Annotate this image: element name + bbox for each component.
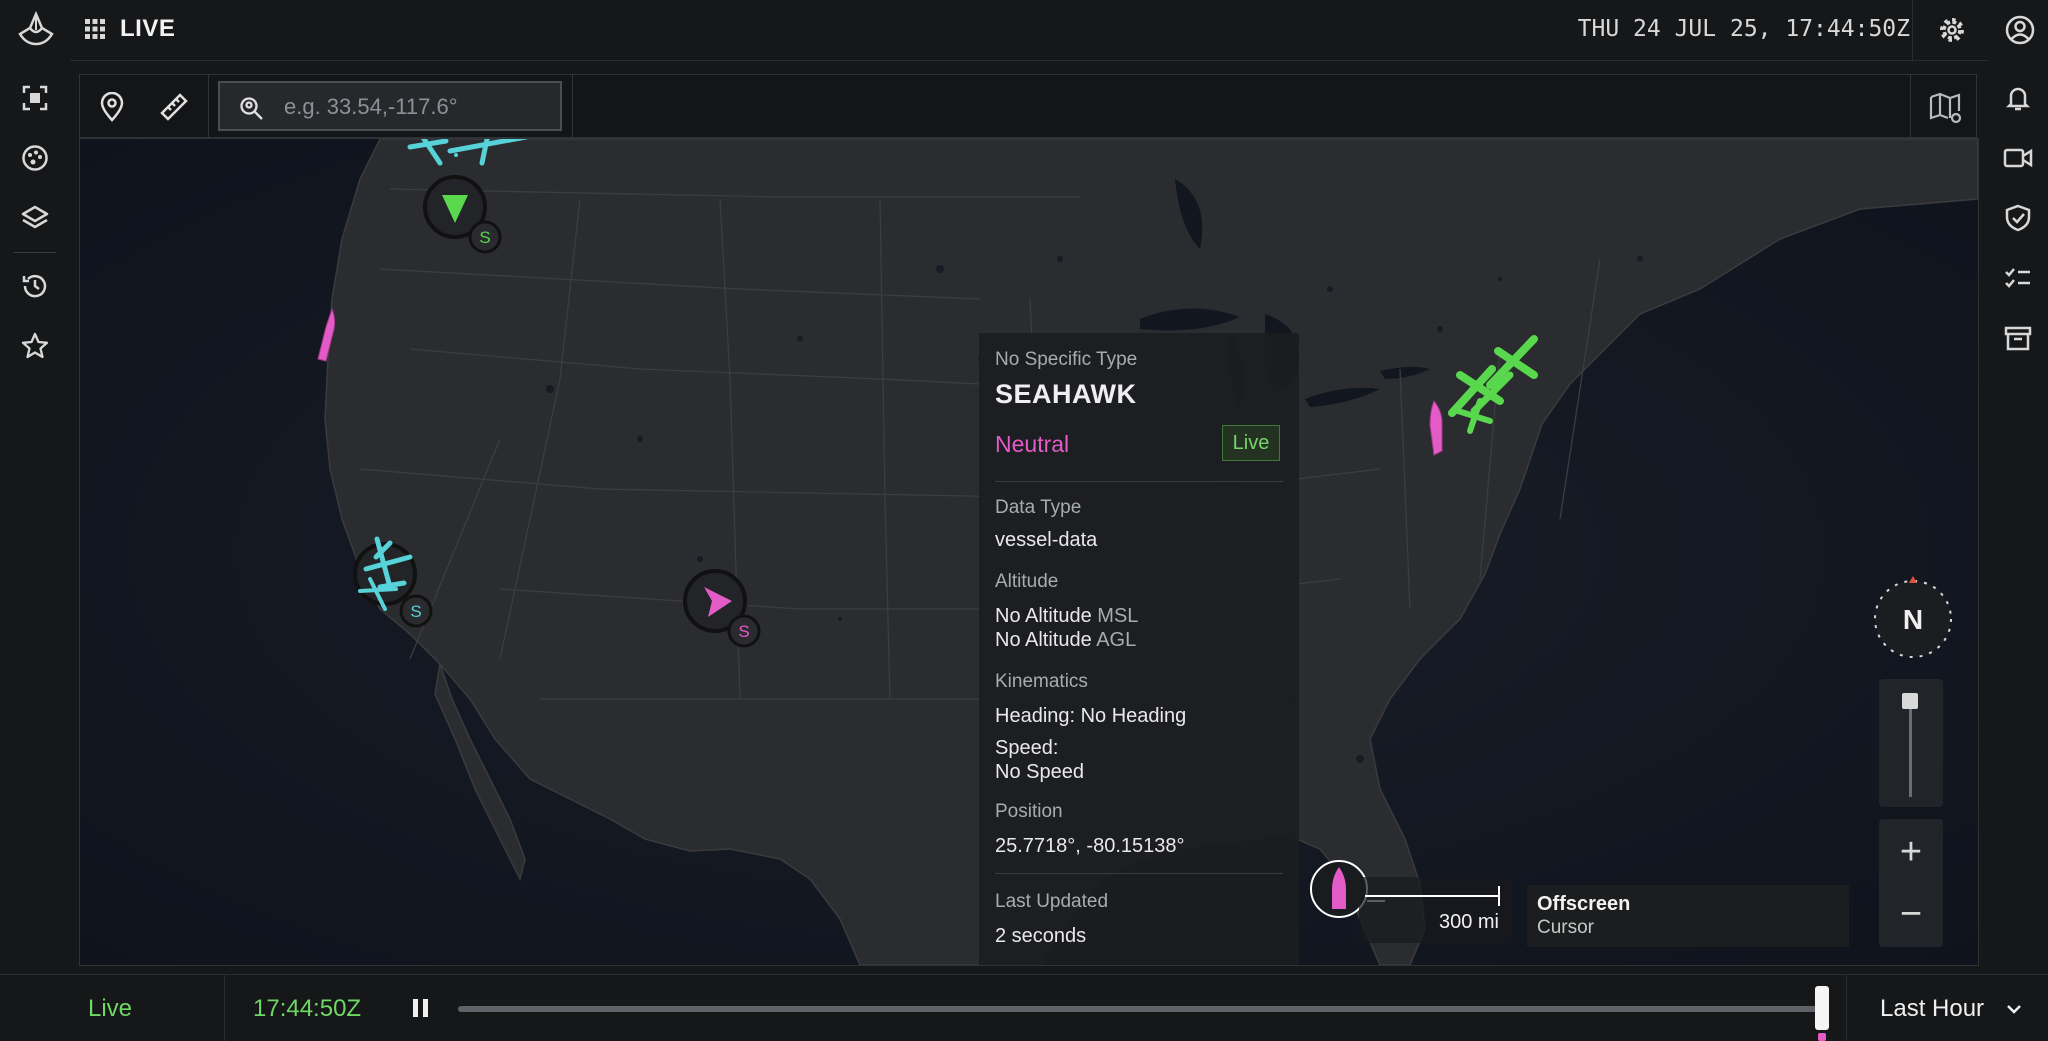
pause-icon[interactable] [408, 995, 434, 1021]
kinematics-label: Kinematics [995, 671, 1088, 692]
archive-icon[interactable] [2000, 320, 2036, 356]
toolbar-divider [572, 75, 573, 137]
position-label: Position [995, 801, 1063, 822]
scale-bar: 300 mi [1359, 877, 1511, 943]
altitude-agl: No Altitude AGL [995, 629, 1136, 652]
speed-value: No Speed [995, 761, 1084, 783]
focus-icon[interactable] [17, 80, 53, 116]
cluster-badge-label: S [479, 228, 490, 247]
timeline-thumb[interactable] [1815, 986, 1829, 1030]
app-title: LIVE [120, 15, 176, 42]
toolbar-divider [1910, 75, 1911, 137]
track-name: SEAHAWK [995, 379, 1137, 409]
leftbar-divider [14, 252, 56, 253]
map-view[interactable]: S S S No Specific Type SEAHAWK Neutral L… [79, 138, 1979, 966]
track-info-popup: No Specific Type SEAHAWK Neutral Live Da… [979, 333, 1299, 965]
timeline-track[interactable] [458, 1006, 1822, 1012]
chevron-down-icon[interactable] [2004, 999, 2024, 1019]
live-mode-button[interactable]: Live [88, 995, 132, 1023]
altitude-msl-value: No Altitude [995, 605, 1092, 627]
timeline-divider [224, 975, 225, 1041]
compass-label: N [1903, 604, 1923, 635]
clock: THU 24 JUL 25, 17:44:50Z [1577, 16, 1910, 42]
cursor-readout: Offscreen Cursor [1527, 885, 1849, 947]
timeline-bar: Live 17:44:50Z Last Hour [0, 974, 2048, 1041]
heading-value: Heading: No Heading [995, 705, 1187, 727]
toolbar-divider [208, 75, 209, 137]
cluster-badge-label: S [410, 602, 421, 621]
track-affiliation: Neutral [995, 431, 1070, 457]
cursor-subtitle: Cursor [1537, 917, 1595, 938]
altitude-msl-unit: MSL [1097, 605, 1139, 627]
apps-grid-icon[interactable] [84, 18, 106, 40]
topbar-divider [1912, 0, 1913, 60]
popup-divider [995, 481, 1283, 482]
left-sidebar [0, 60, 70, 974]
cluster-badge-label: S [738, 622, 749, 641]
data-type-label: Data Type [995, 497, 1082, 518]
coordinate-search[interactable] [218, 81, 562, 131]
last-updated-value: 2 seconds [995, 925, 1087, 947]
map-toolbar [79, 74, 1977, 138]
scale-tick [1498, 886, 1500, 906]
coordinate-search-input[interactable] [282, 91, 546, 123]
layers-icon[interactable] [17, 200, 53, 236]
zoom-out-button[interactable]: − [1879, 883, 1943, 945]
timeline-time: 17:44:50Z [253, 995, 362, 1022]
right-sidebar [1988, 60, 2048, 974]
popup-divider [995, 873, 1283, 874]
history-icon[interactable] [17, 268, 53, 304]
zoom-track[interactable] [1909, 697, 1912, 797]
bell-icon[interactable] [2000, 80, 2036, 116]
zoom-thumb[interactable] [1902, 693, 1918, 709]
top-bar: LIVE THU 24 JUL 25, 17:44:50Z [0, 0, 2048, 61]
data-type-value: vessel-data [995, 529, 1098, 551]
map-settings-icon[interactable] [1926, 87, 1966, 127]
gear-icon[interactable] [1936, 14, 1968, 46]
zoom-controls: + − [1879, 819, 1943, 947]
user-icon[interactable] [2004, 14, 2036, 46]
star-icon[interactable] [17, 328, 53, 364]
compass-icon[interactable]: N [1869, 575, 1957, 663]
altitude-label: Altitude [995, 571, 1059, 592]
altitude-msl: No Altitude MSL [995, 605, 1138, 628]
search-location-icon [240, 97, 263, 120]
track-type: No Specific Type [995, 349, 1138, 370]
location-pin-icon[interactable] [94, 89, 130, 125]
altitude-agl-unit: AGL [1096, 629, 1137, 651]
altitude-agl-value: No Altitude [995, 629, 1092, 651]
zoom-in-button[interactable]: + [1879, 821, 1943, 883]
speed-label: Speed: [995, 737, 1059, 759]
timeline-divider [1846, 975, 1847, 1041]
tasks-icon[interactable] [2000, 260, 2036, 296]
shield-check-icon[interactable] [2000, 200, 2036, 236]
cursor-title: Offscreen [1537, 893, 1631, 915]
scale-line [1365, 895, 1499, 897]
time-range-select[interactable]: Last Hour [1880, 995, 1984, 1023]
video-icon[interactable] [2000, 140, 2036, 176]
scale-label: 300 mi [1438, 911, 1499, 933]
logo-icon[interactable] [16, 10, 56, 50]
ruler-icon[interactable] [156, 89, 192, 125]
palette-icon[interactable] [17, 140, 53, 176]
last-updated-label: Last Updated [995, 891, 1109, 912]
position-value: 25.7718°, -80.15138° [995, 835, 1185, 857]
zoom-slider[interactable] [1879, 679, 1943, 807]
live-status-badge: Live [1222, 425, 1280, 461]
